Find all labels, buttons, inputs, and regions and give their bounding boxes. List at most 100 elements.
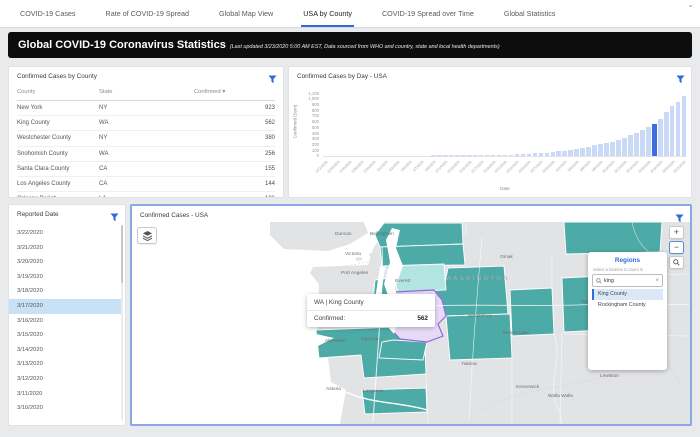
- bar-3/21/2020[interactable]: [676, 102, 681, 156]
- bar-3/7/2020[interactable]: [592, 145, 597, 156]
- column-header-county[interactable]: County: [17, 89, 99, 100]
- x-axis-label: Date: [323, 186, 687, 191]
- y-tick: 100: [312, 148, 319, 153]
- city-label-olympia: Olympia: [361, 336, 379, 342]
- map-canvas[interactable]: WASHINGTON DuncanBellinghamVictoriaPort …: [132, 222, 690, 424]
- y-tick: 0: [317, 153, 319, 158]
- tab-covid-19-cases[interactable]: COVID-19 Cases: [18, 0, 78, 27]
- city-label-lewiston: Lewiston: [600, 373, 619, 379]
- table-row[interactable]: Orleans ParishLA136: [17, 192, 275, 198]
- panel-title: Confirmed Cases by Day - USA: [297, 73, 387, 80]
- panel-header: Confirmed Cases - USA: [132, 206, 690, 222]
- confirmed-cases-by-day-panel: Confirmed Cases by Day - USA Confirmed (…: [288, 66, 692, 198]
- x-tick: 3/2/2020: [555, 160, 567, 172]
- reported-date-item[interactable]: 3/14/2020: [9, 343, 121, 358]
- y-tick: 900: [312, 102, 319, 107]
- x-axis-line: [323, 156, 687, 157]
- bar-3/16/2020[interactable]: [646, 127, 651, 156]
- bar-3/18/2020[interactable]: [658, 119, 663, 156]
- bar-3/12/2020[interactable]: [622, 138, 627, 156]
- bar-3/19/2020[interactable]: [664, 112, 669, 156]
- reported-date-item[interactable]: 3/21/2020: [9, 241, 121, 256]
- reported-date-item[interactable]: 3/16/2020: [9, 314, 121, 329]
- bar-3/17/2020[interactable]: [652, 124, 657, 156]
- region-result-rockingham-county[interactable]: Rockingham County: [592, 300, 663, 311]
- reported-date-item[interactable]: 3/17/2020: [9, 299, 121, 314]
- filter-icon[interactable]: [110, 209, 119, 218]
- regions-popup: Regions Select a location to zoom in kin…: [588, 252, 667, 370]
- reported-date-item[interactable]: 3/22/2020: [9, 226, 121, 241]
- bar-3/6/2020[interactable]: [586, 147, 591, 156]
- filter-icon[interactable]: [675, 210, 684, 219]
- bar-3/20/2020[interactable]: [670, 106, 675, 156]
- bar-3/14/2020[interactable]: [634, 133, 639, 156]
- reported-date-item[interactable]: 3/15/2020: [9, 328, 121, 343]
- map-zoom-in-button[interactable]: +: [669, 226, 684, 239]
- county-table-body: New YorkNY923King CountyWA562Westchester…: [17, 101, 275, 197]
- sort-desc-icon: ▾: [222, 89, 225, 95]
- tab-global-statistics[interactable]: Global Statistics: [502, 0, 558, 27]
- table-row[interactable]: Snohomish CountyWA256: [17, 147, 275, 162]
- city-label-moses-lake: Moses Lake: [503, 330, 529, 336]
- column-header-confirmed[interactable]: Confirmed ▾: [194, 89, 275, 100]
- clear-search-icon[interactable]: ×: [655, 278, 659, 284]
- reported-date-item[interactable]: 3/20/2020: [9, 255, 121, 270]
- table-row[interactable]: Los Angeles CountyCA144: [17, 177, 275, 192]
- tooltip-metric-value: 562: [417, 315, 428, 322]
- x-tick: 2/5/2020: [400, 160, 412, 172]
- tab-usa-by-county[interactable]: USA by County: [301, 0, 354, 27]
- table-row[interactable]: King CountyWA562: [17, 116, 275, 131]
- bar-3/15/2020[interactable]: [640, 130, 645, 156]
- layers-button[interactable]: [137, 227, 157, 244]
- filter-icon[interactable]: [676, 71, 685, 80]
- table-row[interactable]: Westchester CountyNY380: [17, 131, 275, 146]
- city-label-omak: Omak: [500, 254, 513, 260]
- regions-subtitle: Select a location to zoom in: [593, 267, 667, 272]
- reported-date-item[interactable]: 3/11/2020: [9, 387, 121, 402]
- region-result-king-county[interactable]: King County: [592, 289, 663, 300]
- city-label-aberdeen: Aberdeen: [325, 338, 346, 344]
- tab-rate-of-covid-19-spread[interactable]: Rate of COVID-19 Spread: [104, 0, 192, 27]
- bar-3/22/2020[interactable]: [682, 96, 687, 156]
- table-row[interactable]: New YorkNY923: [17, 101, 275, 116]
- table-row[interactable]: Santa Clara CountyCA155: [17, 162, 275, 177]
- city-label-victoria: Victoria: [345, 251, 361, 257]
- reported-date-item[interactable]: 3/12/2020: [9, 372, 121, 387]
- map-search-button[interactable]: [669, 256, 684, 269]
- y-axis-ticks: 1,1001,0009008007006005004003002001000: [297, 91, 319, 159]
- bar-3/13/2020[interactable]: [628, 135, 633, 156]
- panel-header: Confirmed Cases by County: [9, 67, 283, 83]
- reported-date-item[interactable]: 3/10/2020: [9, 401, 121, 416]
- panel-title: Confirmed Cases by County: [17, 73, 97, 80]
- map-zoom-out-button[interactable]: −: [669, 241, 684, 254]
- tab-global-map-view[interactable]: Global Map View: [217, 0, 275, 27]
- reported-date-item[interactable]: 3/13/2020: [9, 357, 121, 372]
- scrollbar-thumb[interactable]: [121, 225, 123, 283]
- bar-3/8/2020[interactable]: [598, 144, 603, 156]
- bar-3/10/2020[interactable]: [610, 142, 615, 156]
- y-tick: 1,000: [308, 96, 319, 101]
- tab-covid-19-spread-over-time[interactable]: COVID-19 Spread over Time: [380, 0, 476, 27]
- y-tick: 200: [312, 142, 319, 147]
- y-tick: 800: [312, 108, 319, 113]
- bar-3/11/2020[interactable]: [616, 140, 621, 156]
- x-tick: 2/3/2020: [388, 160, 400, 172]
- regions-search-input[interactable]: king ×: [592, 274, 663, 287]
- layers-icon: [142, 231, 153, 241]
- bar-3/5/2020[interactable]: [580, 148, 585, 156]
- reported-date-panel: Reported Date 3/22/20203/21/20203/20/202…: [8, 204, 126, 426]
- reported-date-item[interactable]: 3/19/2020: [9, 270, 121, 285]
- filter-icon[interactable]: [268, 71, 277, 80]
- bar-3/4/2020[interactable]: [574, 149, 579, 156]
- column-header-state[interactable]: State: [99, 89, 194, 100]
- tooltip-metric-label: Confirmed:: [314, 315, 345, 322]
- tooltip-region-name: WA | King County: [307, 294, 435, 311]
- panel-header: Reported Date: [9, 205, 125, 221]
- bar-3/9/2020[interactable]: [604, 143, 609, 156]
- collapse-chevron-icon[interactable]: ⌄: [687, 0, 694, 9]
- regions-search-value: king: [604, 278, 653, 284]
- city-label-wenatchee: Wenatchee: [468, 313, 493, 319]
- reported-date-item[interactable]: 3/18/2020: [9, 284, 121, 299]
- table-header: County State Confirmed ▾: [17, 89, 275, 101]
- x-tick: 3/4/2020: [567, 160, 579, 172]
